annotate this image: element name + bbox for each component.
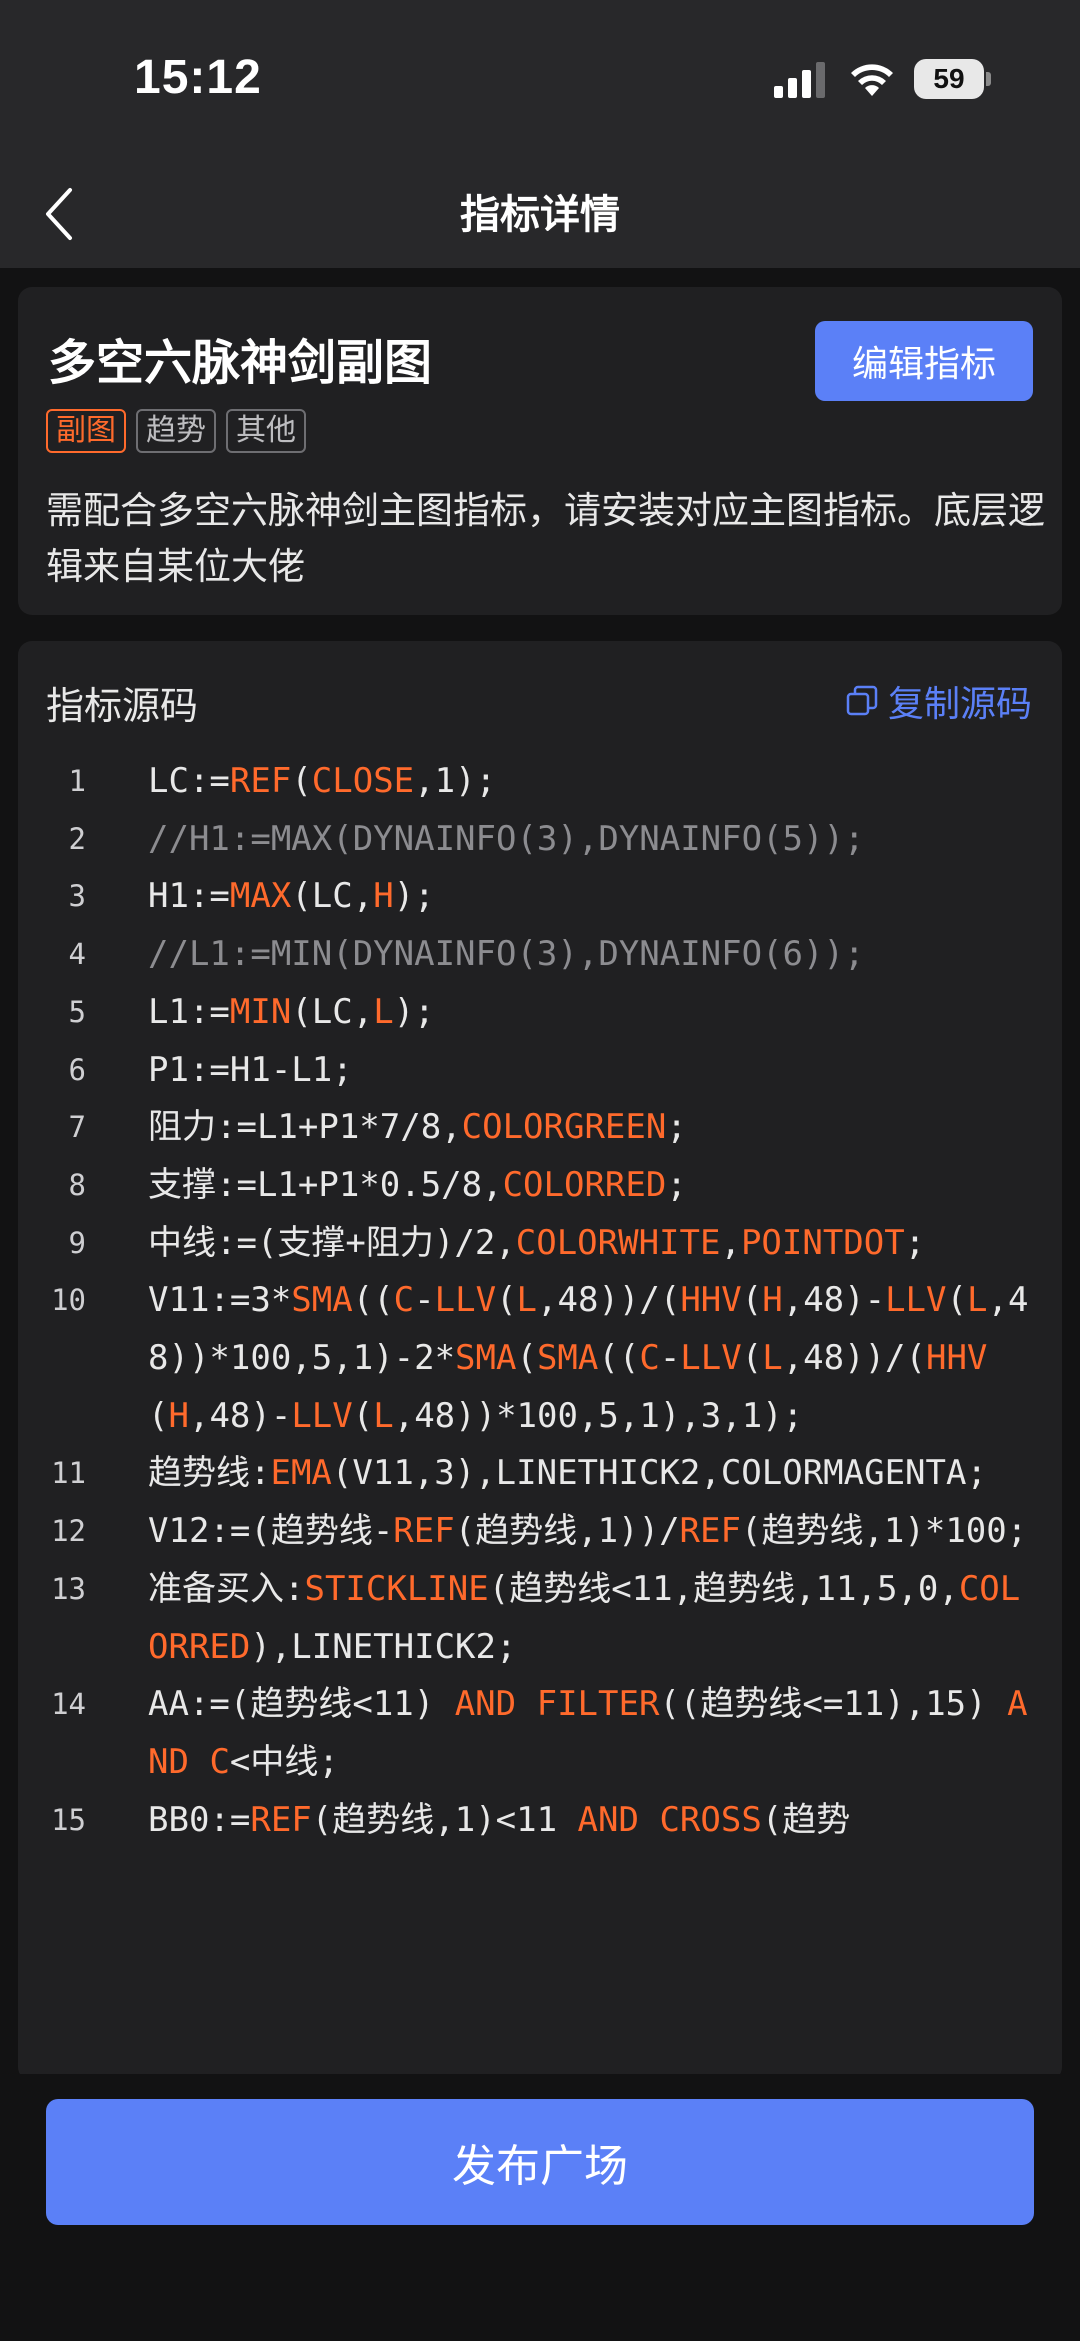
- battery-icon: 59: [914, 59, 991, 99]
- code-text: 趋势线:EMA(V11,3),LINETHICK2,COLORMAGENTA;: [148, 1453, 987, 1494]
- wifi-icon: [851, 64, 893, 96]
- tag-other: 其他: [226, 409, 306, 453]
- source-code-label: 指标源码: [46, 684, 199, 728]
- page-title: 指标详情: [460, 192, 620, 238]
- code-text: 支撑:=L1+P1*0.5/8,COLORRED;: [148, 1164, 687, 1205]
- indicator-description: 需配合多空六脉神剑主图指标，请安装对应主图指标。底层逻辑来自某位大佬: [46, 489, 1045, 588]
- code-line: 13 准备买入:STICKLINE(趋势线<11,趋势线,11,5,0,COLOR…: [18, 1561, 1062, 1676]
- code-line: 9 中线:=(支撑+阻力)/2,COLORWHITE,POINTDOT;: [18, 1215, 1062, 1273]
- line-number: 7: [68, 1110, 86, 1145]
- tag-trend: 趋势: [136, 409, 216, 453]
- code-text: H1:=MAX(LC,H);: [148, 876, 435, 917]
- code-text: V12:=(趋势线-REF(趋势线,1))/REF(趋势线,1)*100;: [148, 1511, 1028, 1552]
- line-number: 8: [68, 1167, 86, 1202]
- tag-subchart: 副图: [46, 409, 126, 453]
- code-line: 7 阻力:=L1+P1*7/8,COLORGREEN;: [18, 1099, 1062, 1157]
- code-line: 10 V11:=3*SMA((C-LLV(L,48))/(HHV(H,48)-LL…: [18, 1272, 1062, 1445]
- signal-icon: [774, 62, 825, 98]
- code-line: 5 L1:=MIN(LC,L);: [18, 984, 1062, 1042]
- code-line: 2 //H1:=MAX(DYNAINFO(3),DYNAINFO(5));: [18, 811, 1062, 869]
- code-line: 4 //L1:=MIN(DYNAINFO(3),DYNAINFO(6));: [18, 926, 1062, 984]
- indicator-title: 多空六脉神剑副图: [48, 335, 433, 391]
- line-number: 2: [68, 821, 86, 856]
- line-number: 3: [68, 879, 86, 914]
- publish-to-square-button[interactable]: 发布广场: [46, 2099, 1034, 2225]
- line-number: 12: [51, 1514, 86, 1549]
- bottom-action-area: 发布广场: [0, 2074, 1080, 2341]
- copy-icon: [846, 685, 878, 716]
- code-line: 1 LC:=REF(CLOSE,1);: [18, 753, 1062, 811]
- code-text: AA:=(趋势线<11) AND FILTER((趋势线<=11),15) AN…: [148, 1684, 1028, 1782]
- watermark: [1036, 2310, 1074, 2332]
- line-number: 6: [68, 1052, 86, 1087]
- code-text: 中线:=(支撑+阻力)/2,COLORWHITE,POINTDOT;: [148, 1222, 926, 1263]
- code-text: P1:=H1-L1;: [148, 1049, 353, 1090]
- code-line: 3 H1:=MAX(LC,H);: [18, 868, 1062, 926]
- status-bar: 15:12 59: [0, 0, 1080, 160]
- code-block: 1 LC:=REF(CLOSE,1); 2 //H1:=MAX(DYNAINFO(3)…: [18, 753, 1062, 1849]
- line-number: 13: [51, 1571, 86, 1606]
- code-text: BB0:=REF(趋势线,1)<11 AND CROSS(趋势: [148, 1799, 851, 1840]
- line-number: 4: [68, 937, 86, 972]
- code-line: 15 BB0:=REF(趋势线,1)<11 AND CROSS(趋势: [18, 1792, 1062, 1850]
- line-number: 9: [68, 1225, 86, 1260]
- line-number: 10: [51, 1283, 86, 1318]
- code-text: V11:=3*SMA((C-LLV(L,48))/(HHV(H,48)-LLV(…: [148, 1280, 1029, 1436]
- edit-indicator-button[interactable]: 编辑指标: [815, 321, 1033, 401]
- copy-source-label: 复制源码: [887, 684, 1032, 725]
- code-text: 准备买入:STICKLINE(趋势线<11,趋势线,11,5,0,COLORRE…: [148, 1568, 1021, 1667]
- line-number: 11: [51, 1456, 86, 1491]
- code-text: 阻力:=L1+P1*7/8,COLORGREEN;: [148, 1107, 687, 1148]
- battery-level: 59: [914, 59, 984, 99]
- code-text: L1:=MIN(LC,L);: [148, 991, 435, 1032]
- tag-list: 副图 趋势 其他: [46, 409, 306, 453]
- line-number: 5: [68, 994, 86, 1029]
- copy-source-button[interactable]: 复制源码: [846, 675, 1032, 727]
- code-text: //H1:=MAX(DYNAINFO(3),DYNAINFO(5));: [148, 818, 865, 859]
- nav-bar: 指标详情: [0, 160, 1080, 268]
- line-number: 14: [51, 1687, 86, 1722]
- status-time: 15:12: [134, 51, 262, 104]
- code-line: 14 AA:=(趋势线<11) AND FILTER((趋势线<=11),15) …: [18, 1676, 1062, 1791]
- code-line: 6 P1:=H1-L1;: [18, 1042, 1062, 1100]
- line-number: 1: [68, 764, 86, 798]
- code-text: //L1:=MIN(DYNAINFO(3),DYNAINFO(6));: [148, 934, 865, 975]
- line-number: 15: [51, 1802, 86, 1837]
- code-text: LC:=REF(CLOSE,1);: [148, 761, 497, 801]
- indicator-info-card: 多空六脉神剑副图 编辑指标 副图 趋势 其他 需配合多空六脉神剑主图指标，请安装…: [18, 287, 1062, 615]
- code-line: 12 V12:=(趋势线-REF(趋势线,1))/REF(趋势线,1)*100;: [18, 1503, 1062, 1561]
- code-line: 11 趋势线:EMA(V11,3),LINETHICK2,COLORMAGENTA…: [18, 1445, 1062, 1503]
- code-line: 8 支撑:=L1+P1*0.5/8,COLORRED;: [18, 1157, 1062, 1215]
- source-code-card: 指标源码 复制源码 1 LC:=REF(CLOSE,1); 2 //H1:=MAX(D…: [18, 641, 1062, 2081]
